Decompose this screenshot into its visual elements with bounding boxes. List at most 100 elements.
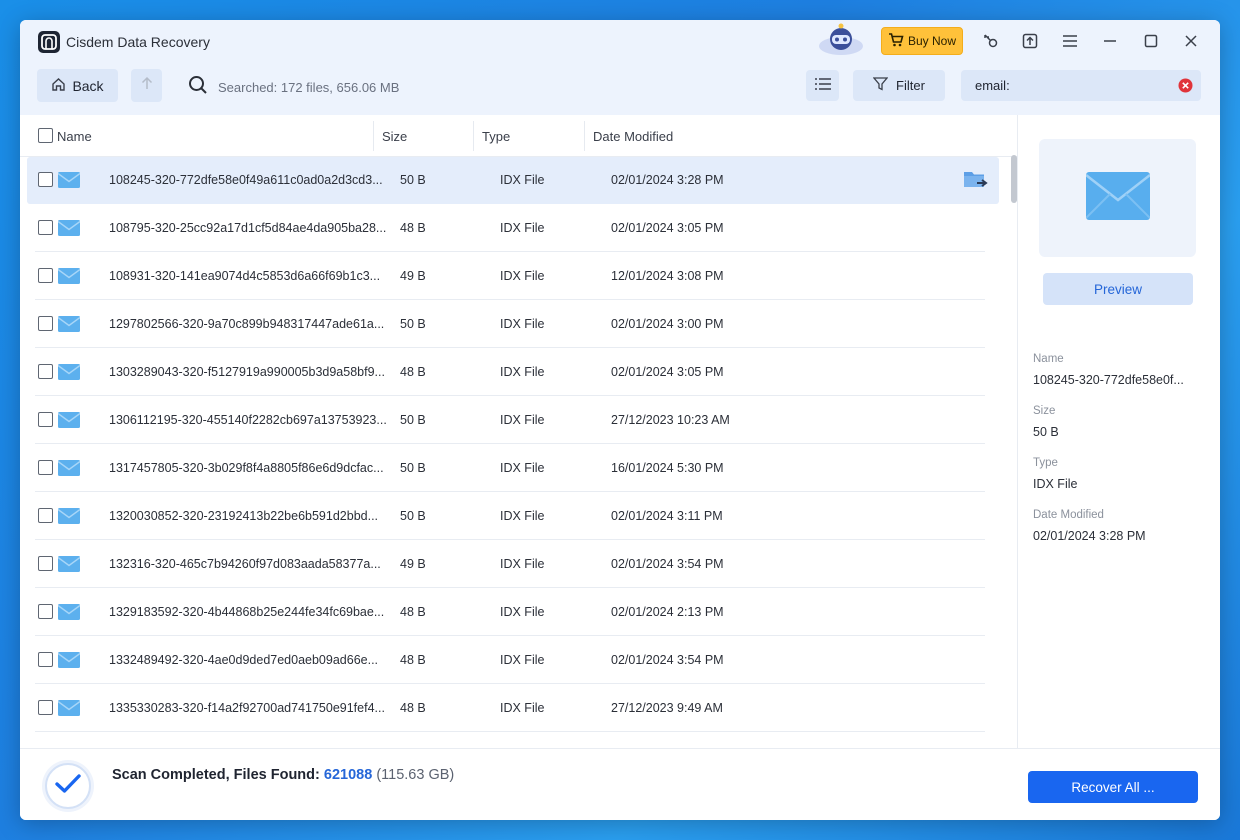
minimize-icon[interactable] bbox=[1099, 30, 1121, 52]
preview-button[interactable]: Preview bbox=[1043, 273, 1193, 305]
row-size: 48 B bbox=[400, 605, 426, 619]
app-title: Cisdem Data Recovery bbox=[66, 34, 210, 50]
table-row[interactable]: 108931-320-141ea9074d4c5853d6a66f69b1c3.… bbox=[27, 253, 999, 300]
buy-now-button[interactable]: Buy Now bbox=[881, 27, 963, 55]
row-size: 50 B bbox=[400, 509, 426, 523]
row-divider bbox=[35, 539, 985, 540]
meta-name-value: 108245-320-772dfe58e0f... bbox=[1033, 373, 1184, 387]
row-name: 108931-320-141ea9074d4c5853d6a66f69b1c3.… bbox=[109, 269, 381, 283]
checkmark-icon bbox=[55, 773, 81, 799]
row-checkbox[interactable] bbox=[38, 652, 53, 667]
meta-date-value: 02/01/2024 3:28 PM bbox=[1033, 529, 1146, 543]
search-input[interactable] bbox=[961, 70, 1201, 101]
email-icon bbox=[57, 268, 81, 289]
searched-status: Searched: 172 files, 656.06 MB bbox=[218, 80, 400, 95]
meta-type-label: Type bbox=[1033, 457, 1058, 469]
row-checkbox[interactable] bbox=[38, 556, 53, 571]
app-logo-icon bbox=[38, 31, 60, 53]
row-checkbox[interactable] bbox=[38, 460, 53, 475]
up-button[interactable] bbox=[131, 69, 162, 102]
row-date: 02/01/2024 2:13 PM bbox=[611, 605, 724, 619]
table-header: Name Size Type Date Modified bbox=[20, 115, 1017, 157]
column-header-type[interactable]: Type bbox=[482, 129, 510, 144]
table-row[interactable]: 1320030852-320-23192413b22be6b591d2bbd..… bbox=[27, 493, 999, 540]
row-checkbox[interactable] bbox=[38, 268, 53, 283]
row-divider bbox=[35, 443, 985, 444]
row-divider bbox=[35, 395, 985, 396]
table-row[interactable]: 1306112195-320-455140f2282cb697a13753923… bbox=[27, 397, 999, 444]
row-checkbox[interactable] bbox=[38, 412, 53, 427]
files-found-count: 621088 bbox=[323, 767, 373, 783]
home-icon bbox=[51, 77, 66, 95]
row-date: 02/01/2024 3:05 PM bbox=[611, 221, 724, 235]
row-name: 1332489492-320-4ae0d9ded7ed0aeb09ad66e..… bbox=[109, 653, 379, 667]
row-size: 50 B bbox=[400, 461, 426, 475]
select-all-checkbox[interactable] bbox=[38, 128, 53, 143]
email-icon bbox=[57, 220, 81, 241]
row-date: 16/01/2024 5:30 PM bbox=[611, 461, 724, 475]
row-divider bbox=[35, 587, 985, 588]
column-header-name[interactable]: Name bbox=[57, 129, 92, 144]
clear-icon[interactable] bbox=[1178, 78, 1193, 98]
list-view-button[interactable] bbox=[806, 70, 839, 101]
table-row[interactable]: 1335330283-320-f14a2f92700ad741750e91fef… bbox=[27, 685, 999, 732]
column-header-date[interactable]: Date Modified bbox=[593, 129, 673, 144]
row-date: 02/01/2024 3:11 PM bbox=[611, 509, 723, 523]
row-name: 108795-320-25cc92a17d1cf5d84ae4da905ba28… bbox=[109, 221, 387, 235]
row-checkbox[interactable] bbox=[38, 364, 53, 379]
row-checkbox[interactable] bbox=[38, 508, 53, 523]
row-type: IDX File bbox=[500, 653, 545, 667]
menu-icon[interactable] bbox=[1059, 30, 1081, 52]
row-name: 1329183592-320-4b44868b25e244fe34fc69bae… bbox=[109, 605, 385, 619]
row-checkbox[interactable] bbox=[38, 316, 53, 331]
row-size: 48 B bbox=[400, 221, 426, 235]
row-checkbox[interactable] bbox=[38, 220, 53, 235]
row-type: IDX File bbox=[500, 605, 545, 619]
table-row[interactable]: 108795-320-25cc92a17d1cf5d84ae4da905ba28… bbox=[27, 205, 999, 252]
email-icon bbox=[57, 508, 81, 529]
table-row[interactable]: 1329183592-320-4b44868b25e244fe34fc69bae… bbox=[27, 589, 999, 636]
row-checkbox[interactable] bbox=[38, 604, 53, 619]
row-name: 1317457805-320-3b029f8f4a8805f86e6d9dcfa… bbox=[109, 461, 384, 475]
status-bar: Scan Completed, Files Found: 621088 (115… bbox=[20, 748, 1220, 820]
row-name: 1335330283-320-f14a2f92700ad741750e91fef… bbox=[109, 701, 385, 715]
table-row[interactable]: 1297802566-320-9a70c899b948317447ade61a.… bbox=[27, 301, 999, 348]
upload-icon[interactable] bbox=[1019, 30, 1041, 52]
table-row[interactable]: 1317457805-320-3b029f8f4a8805f86e6d9dcfa… bbox=[27, 445, 999, 492]
key-icon[interactable] bbox=[980, 30, 1002, 52]
row-type: IDX File bbox=[500, 701, 545, 715]
maximize-icon[interactable] bbox=[1140, 30, 1162, 52]
arrow-up-icon bbox=[140, 76, 154, 95]
meta-size-label: Size bbox=[1033, 405, 1056, 417]
email-icon bbox=[1084, 171, 1151, 225]
email-icon bbox=[57, 700, 81, 721]
column-divider[interactable] bbox=[373, 121, 374, 151]
row-checkbox[interactable] bbox=[38, 700, 53, 715]
top-bar: Cisdem Data Recovery Buy Now Back Search… bbox=[20, 20, 1220, 115]
row-checkbox[interactable] bbox=[38, 172, 53, 187]
list-view-icon bbox=[814, 77, 831, 95]
filter-icon bbox=[872, 77, 889, 94]
scan-status: Scan Completed, Files Found: 621088 (115… bbox=[112, 767, 454, 783]
row-size: 50 B bbox=[400, 173, 426, 187]
table-row[interactable]: 1303289043-320-f5127919a990005b3d9a58bf9… bbox=[27, 349, 999, 396]
row-divider bbox=[35, 299, 985, 300]
column-divider[interactable] bbox=[473, 121, 474, 151]
column-header-size[interactable]: Size bbox=[382, 129, 407, 144]
row-name: 1303289043-320-f5127919a990005b3d9a58bf9… bbox=[109, 365, 385, 379]
email-icon bbox=[57, 604, 81, 625]
column-divider[interactable] bbox=[584, 121, 585, 151]
row-type: IDX File bbox=[500, 221, 545, 235]
mascot-icon[interactable] bbox=[817, 22, 865, 56]
table-row[interactable]: 108245-320-772dfe58e0f49a611c0ad0a2d3cd3… bbox=[27, 157, 999, 204]
close-icon[interactable] bbox=[1180, 30, 1202, 52]
meta-type-value: IDX File bbox=[1033, 477, 1078, 491]
filter-button[interactable]: Filter bbox=[853, 70, 945, 101]
recover-all-button[interactable]: Recover All ... bbox=[1028, 771, 1198, 803]
table-row[interactable]: 132316-320-465c7b94260f97d083aada58377a.… bbox=[27, 541, 999, 588]
table-row[interactable]: 1332489492-320-4ae0d9ded7ed0aeb09ad66e..… bbox=[27, 637, 999, 684]
detail-panel: Preview Name 108245-320-772dfe58e0f... S… bbox=[1018, 115, 1220, 748]
open-folder-icon[interactable] bbox=[963, 168, 989, 197]
back-button[interactable]: Back bbox=[37, 69, 118, 102]
row-divider bbox=[35, 635, 985, 636]
